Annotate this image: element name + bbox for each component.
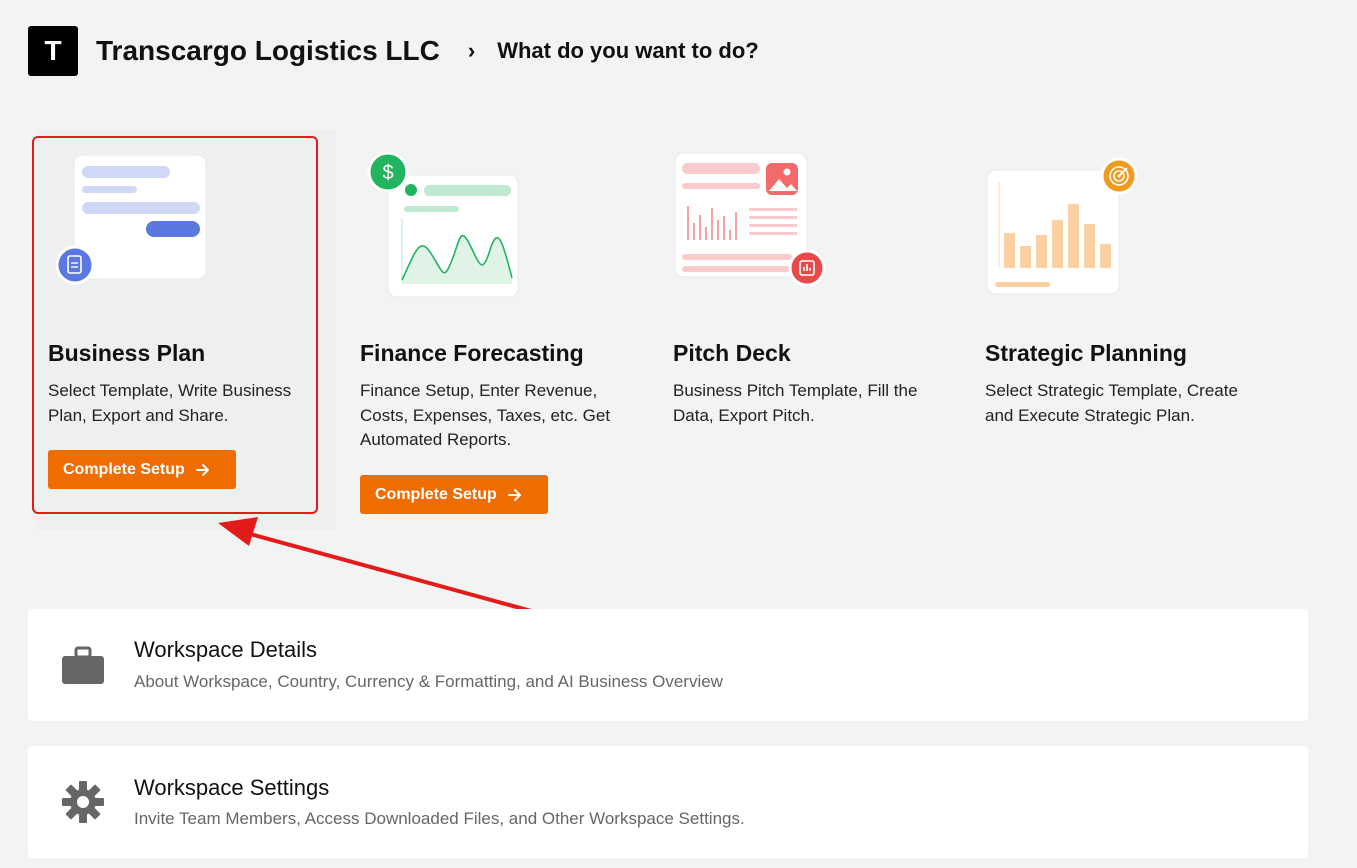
workspace-settings-panel[interactable]: Workspace Settings Invite Team Members, … bbox=[28, 746, 1308, 858]
card-strategic-planning[interactable]: Strategic Planning Select Strategic Temp… bbox=[973, 130, 1273, 530]
workspace-settings-title: Workspace Settings bbox=[134, 775, 330, 800]
page-header: T Transcargo Logistics LLC › What do you… bbox=[28, 26, 759, 76]
arrow-right-icon bbox=[507, 487, 523, 503]
briefcase-icon bbox=[62, 646, 104, 684]
card-description: Finance Setup, Enter Revenue, Costs, Exp… bbox=[360, 381, 611, 449]
breadcrumb-separator: › bbox=[467, 38, 476, 63]
strategic-planning-illustration bbox=[986, 157, 1138, 295]
chart-icon bbox=[788, 249, 826, 287]
gear-icon bbox=[62, 781, 104, 823]
pitch-deck-illustration bbox=[674, 152, 826, 287]
workspace-settings-description: Invite Team Members, Access Downloaded F… bbox=[134, 809, 745, 828]
card-pitch-deck[interactable]: Pitch Deck Business Pitch Template, Fill… bbox=[661, 130, 961, 530]
target-icon bbox=[1100, 157, 1138, 195]
finance-forecasting-illustration: $ bbox=[367, 151, 519, 298]
svg-text:$: $ bbox=[382, 162, 393, 184]
company-name[interactable]: Transcargo Logistics LLC bbox=[96, 35, 440, 67]
finance-forecasting-complete-setup-button[interactable]: Complete Setup bbox=[360, 475, 548, 514]
workspace-details-title: Workspace Details bbox=[134, 637, 317, 662]
page-title: What do you want to do? bbox=[497, 38, 759, 63]
dollar-icon: $ bbox=[367, 151, 409, 193]
workspace-details-description: About Workspace, Country, Currency & For… bbox=[134, 672, 723, 691]
selection-highlight bbox=[32, 136, 318, 514]
button-label: Complete Setup bbox=[375, 485, 497, 503]
workspace-logo[interactable]: T bbox=[28, 26, 78, 76]
card-title: Strategic Planning bbox=[985, 340, 1187, 366]
workspace-details-panel[interactable]: Workspace Details About Workspace, Count… bbox=[28, 609, 1308, 721]
card-description: Business Pitch Template, Fill the Data, … bbox=[673, 381, 918, 425]
card-title: Pitch Deck bbox=[673, 340, 791, 366]
card-title: Finance Forecasting bbox=[360, 340, 584, 366]
card-finance-forecasting[interactable]: $ Finance Forecasting Finance Setup, Ent… bbox=[348, 130, 648, 530]
card-description: Select Strategic Template, Create and Ex… bbox=[985, 381, 1238, 425]
